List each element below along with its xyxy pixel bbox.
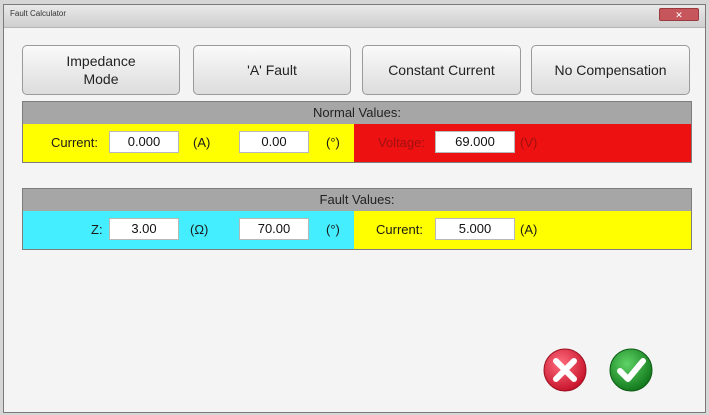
title-bar: Fault Calculator ✕ xyxy=(4,5,705,28)
normal-current-input[interactable]: 0.000 xyxy=(109,131,179,153)
confirm-check-icon xyxy=(609,348,653,392)
normal-voltage-input[interactable]: 69.000 xyxy=(435,131,515,153)
normal-values-title: Normal Values: xyxy=(313,105,401,120)
fault-values-row: Z: 3.00 (Ω) 70.00 (°) Current: 5.000 (A) xyxy=(23,211,691,249)
fault-z-input[interactable]: 3.00 xyxy=(109,218,179,240)
cancel-x-icon xyxy=(543,348,587,392)
normal-values-row: Current: 0.000 (A) 0.00 (°) Voltage: 69.… xyxy=(23,124,691,162)
fault-current-unit: (A) xyxy=(520,222,538,237)
normal-values-panel: Normal Values: Current: 0.000 (A) 0.00 (… xyxy=(22,101,692,163)
normal-current-cell: Current: 0.000 (A) 0.00 (°) xyxy=(23,124,354,162)
fault-z-label: Z: xyxy=(91,222,103,237)
normal-voltage-cell: Voltage: 69.000 (V) xyxy=(354,124,691,162)
fault-angle-unit: (°) xyxy=(326,222,340,237)
fault-impedance-cell: Z: 3.00 (Ω) 70.00 (°) xyxy=(23,211,354,249)
close-button[interactable]: ✕ xyxy=(659,8,699,21)
impedance-mode-button[interactable]: Impedance Mode xyxy=(22,45,180,95)
fault-angle-input[interactable]: 70.00 xyxy=(239,218,309,240)
fault-z-unit: (Ω) xyxy=(190,222,209,237)
constant-mode-button[interactable]: Constant Current xyxy=(362,45,521,95)
normal-current-unit: (A) xyxy=(193,135,211,150)
normal-voltage-label: Voltage: xyxy=(378,135,425,150)
fault-current-cell: Current: 5.000 (A) xyxy=(354,211,691,249)
normal-angle-unit: (°) xyxy=(326,135,340,150)
fault-current-label: Current: xyxy=(376,222,423,237)
normal-voltage-unit: (V) xyxy=(520,135,538,150)
normal-current-label: Current: xyxy=(51,135,98,150)
fault-calculator-window: Fault Calculator ✕ Impedance Mode 'A' Fa… xyxy=(3,4,706,413)
fault-values-title: Fault Values: xyxy=(319,192,395,207)
compensation-button[interactable]: No Compensation xyxy=(531,45,690,95)
window-title: Fault Calculator xyxy=(10,9,67,18)
ok-button[interactable] xyxy=(609,348,653,392)
fault-current-input[interactable]: 5.000 xyxy=(435,218,515,240)
cancel-button[interactable] xyxy=(543,348,587,392)
normal-angle-input[interactable]: 0.00 xyxy=(239,131,309,153)
fault-type-button[interactable]: 'A' Fault xyxy=(193,45,351,95)
fault-values-panel: Fault Values: Z: 3.00 (Ω) 70.00 (°) Curr… xyxy=(22,188,692,250)
